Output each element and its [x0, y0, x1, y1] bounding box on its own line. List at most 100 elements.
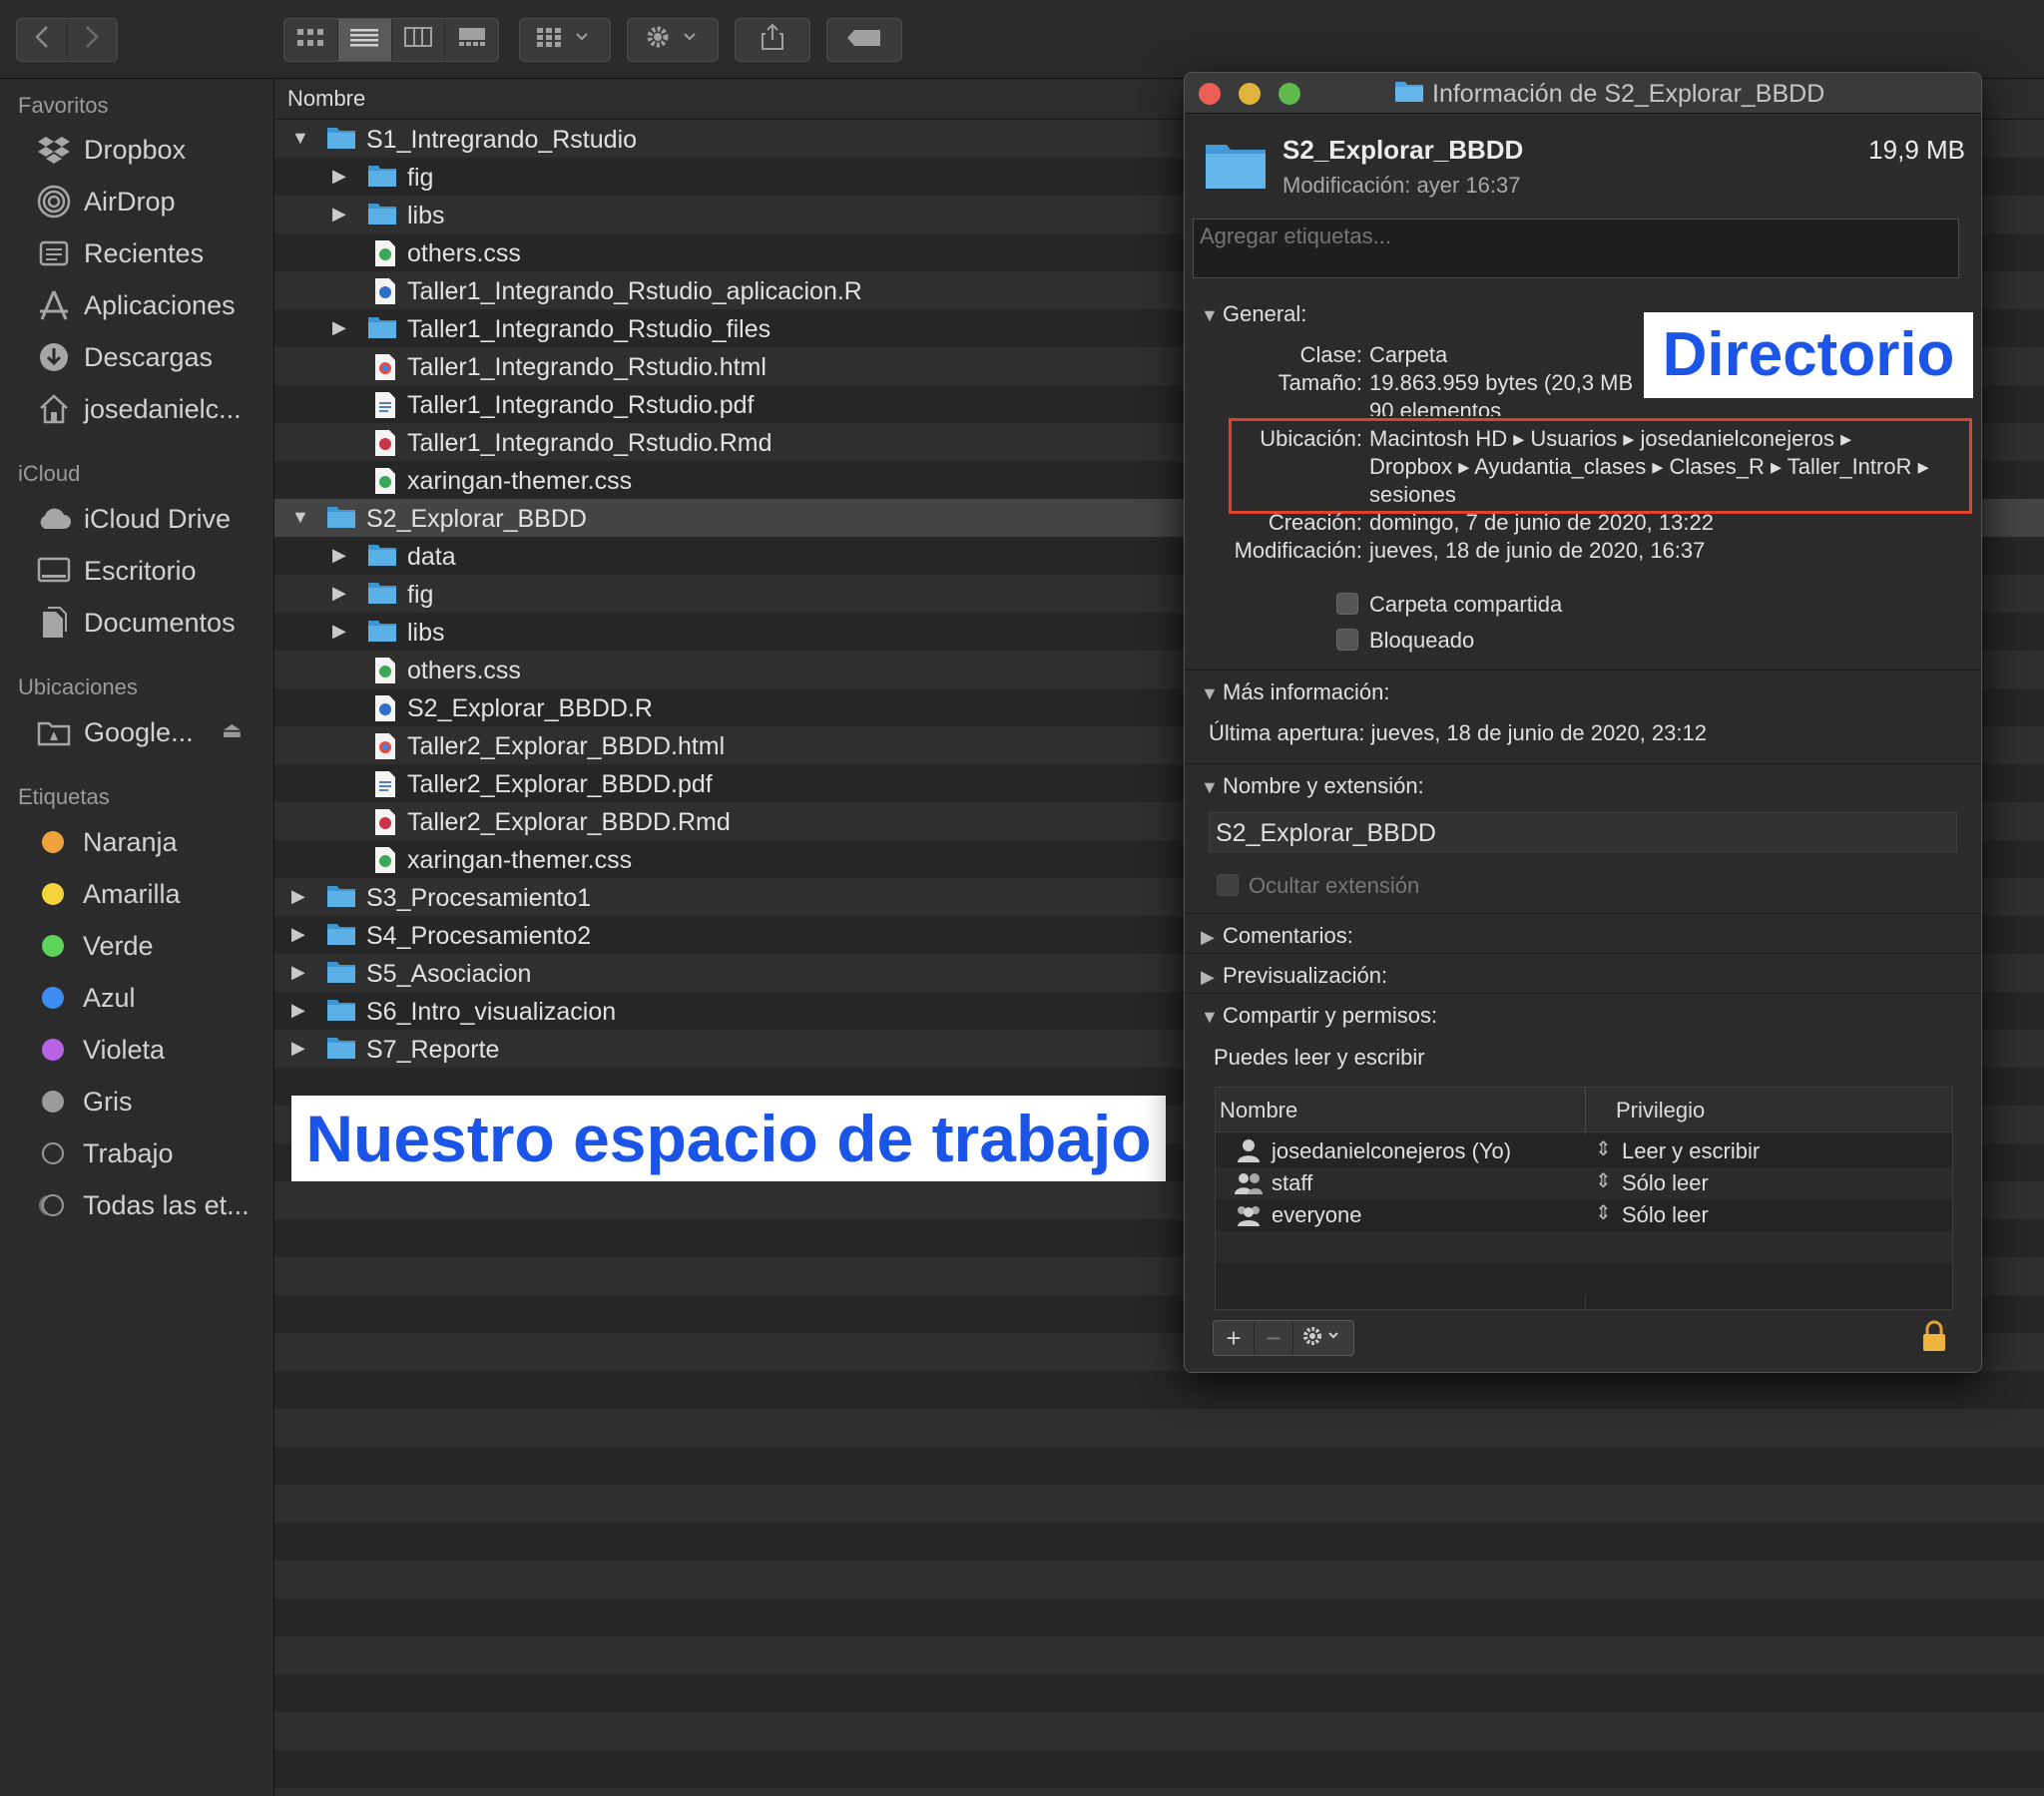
section-title: Más información:: [1223, 679, 1390, 704]
home-icon: [34, 389, 74, 429]
permission-row[interactable]: everyone ⇕ Sólo leer: [1216, 1199, 1952, 1231]
tags-input[interactable]: [1193, 219, 1959, 278]
blue-tag-icon: [42, 987, 64, 1009]
add-permission-button[interactable]: +: [1214, 1321, 1255, 1355]
disclosure-closed-icon[interactable]: ▶: [332, 317, 350, 339]
creacion-value: domingo, 7 de junio de 2020, 13:22: [1369, 510, 1714, 535]
file-name: Taller2_Explorar_BBDD.Rmd: [407, 808, 731, 836]
permission-row[interactable]: josedanielconejeros (Yo) ⇕ Leer y escrib…: [1216, 1135, 1952, 1167]
sidebar-item-descargas[interactable]: Descargas: [34, 337, 213, 377]
ocultar-extension-checkbox[interactable]: [1217, 874, 1239, 896]
sidebar-tag-gris[interactable]: Gris: [34, 1082, 133, 1122]
disclosure-closed-icon[interactable]: ▶: [291, 1038, 309, 1060]
disclosure-closed-icon[interactable]: ▶: [332, 621, 350, 643]
file-name: data: [407, 543, 456, 571]
sidebar-item-aplicaciones[interactable]: Aplicaciones: [34, 285, 236, 325]
sidebar-tag-violeta[interactable]: Violeta: [34, 1030, 165, 1070]
sidebar-item-dropbox[interactable]: Dropbox: [34, 130, 186, 170]
remove-permission-button[interactable]: −: [1255, 1321, 1293, 1355]
disclosure-closed-icon[interactable]: ▶: [291, 1000, 309, 1022]
disclosure-closed-icon[interactable]: ▶: [291, 962, 309, 984]
sidebar-item-label: iCloud Drive: [84, 503, 232, 534]
empty-row: [274, 1750, 2044, 1788]
gallery-view-button[interactable]: [445, 19, 498, 61]
sidebar-tag-amarilla[interactable]: Amarilla: [34, 874, 181, 914]
file-name: libs: [407, 619, 445, 647]
sidebar-item-recientes[interactable]: Recientes: [34, 233, 204, 273]
carpeta-compartida-checkbox[interactable]: [1336, 593, 1358, 615]
eject-icon[interactable]: ⏏: [222, 717, 243, 743]
ubicacion-line-1: Macintosh HD ▸ Usuarios ▸ josedanielcone…: [1369, 426, 1852, 451]
tag-button[interactable]: [826, 18, 902, 62]
applications-icon: [34, 285, 74, 325]
column-view-button[interactable]: [392, 19, 446, 61]
section-permisos-toggle[interactable]: ▼ Compartir y permisos:: [1201, 1003, 1437, 1029]
gallery-icon: [458, 27, 486, 53]
sidebar-tag-verde[interactable]: Verde: [34, 926, 154, 966]
file-name: xaringan-themer.css: [407, 846, 633, 874]
zoom-button[interactable]: [1278, 83, 1300, 105]
sidebar-tag-trabajo[interactable]: Trabajo: [34, 1133, 174, 1173]
name-field[interactable]: S2_Explorar_BBDD: [1209, 812, 1957, 852]
sidebar-item-airdrop[interactable]: AirDrop: [34, 182, 176, 222]
section-previsualizacion-toggle[interactable]: ▶ Previsualización:: [1201, 963, 1387, 989]
sidebar-tag-naranja[interactable]: Naranja: [34, 822, 178, 862]
disclosure-open-icon[interactable]: ▼: [291, 507, 309, 529]
bloqueado-checkbox[interactable]: [1336, 629, 1358, 651]
empty-row: [274, 1788, 2044, 1796]
disclosure-closed-icon[interactable]: ▶: [332, 583, 350, 605]
html-file-icon: [374, 732, 396, 765]
folder-icon: [326, 505, 356, 534]
group-button[interactable]: [519, 18, 611, 62]
permission-row[interactable]: staff ⇕ Sólo leer: [1216, 1167, 1952, 1199]
disclosure-closed-icon[interactable]: ▶: [291, 924, 309, 946]
large-folder-icon: [1205, 141, 1267, 196]
list-view-button[interactable]: [337, 19, 392, 61]
disclosure-closed-icon[interactable]: ▶: [291, 886, 309, 908]
lock-icon[interactable]: [1921, 1320, 1947, 1357]
permission-privilege[interactable]: Sólo leer: [1622, 1170, 1709, 1196]
section-comentarios-toggle[interactable]: ▶ Comentarios:: [1201, 923, 1353, 949]
column-privilegio[interactable]: Privilegio: [1616, 1098, 1705, 1123]
sidebar-item-home[interactable]: josedanielc...: [34, 389, 242, 429]
icon-view-button[interactable]: [284, 19, 338, 61]
gear-icon: [645, 24, 701, 56]
sidebar-tag-azul[interactable]: Azul: [34, 978, 136, 1018]
gray-tag-icon: [42, 1091, 64, 1113]
file-name: Taller1_Integrando_Rstudio.html: [407, 353, 766, 381]
section-mas-info-toggle[interactable]: ▼ Más información:: [1201, 679, 1390, 705]
minimize-button[interactable]: [1239, 83, 1261, 105]
sidebar-item-icloud-drive[interactable]: iCloud Drive: [34, 499, 231, 539]
back-button[interactable]: [17, 19, 68, 61]
sidebar-item-label: Google...: [84, 716, 194, 747]
action-button[interactable]: [627, 18, 719, 62]
sidebar-item-label: Gris: [83, 1086, 133, 1117]
disclosure-closed-icon[interactable]: ▶: [332, 166, 350, 188]
sidebar-item-google-drive[interactable]: Google...: [34, 712, 194, 752]
section-nombre-ext-toggle[interactable]: ▼ Nombre y extensión:: [1201, 773, 1424, 799]
close-button[interactable]: [1199, 83, 1221, 105]
stepper-icon: ⇕: [1595, 1138, 1612, 1160]
folder-icon: [367, 581, 397, 610]
permissions-table: Nombre Privilegio josedanielconejeros (Y…: [1215, 1087, 1953, 1310]
sidebar-item-escritorio[interactable]: Escritorio: [34, 551, 197, 591]
section-general-toggle[interactable]: ▼ General:: [1201, 301, 1306, 327]
css-file-icon: [374, 239, 396, 272]
disclosure-closed-icon[interactable]: ▶: [332, 204, 350, 225]
sidebar-tag-todas[interactable]: Todas las et...: [34, 1185, 250, 1225]
permission-privilege[interactable]: Sólo leer: [1622, 1202, 1709, 1228]
sidebar-item-documentos[interactable]: Documentos: [34, 603, 236, 643]
sidebar-item-label: Trabajo: [83, 1137, 174, 1168]
forward-button[interactable]: [68, 19, 118, 61]
disclosure-closed-icon[interactable]: ▶: [332, 545, 350, 567]
file-name: Taller1_Integrando_Rstudio_aplicacion.R: [407, 277, 862, 305]
file-name: fig: [407, 164, 434, 192]
drive-icon: [34, 712, 74, 752]
column-nombre[interactable]: Nombre: [1220, 1098, 1297, 1123]
disclosure-closed-icon: ▶: [1201, 927, 1215, 947]
permissions-action-button[interactable]: [1293, 1321, 1353, 1355]
permission-privilege[interactable]: Leer y escribir: [1622, 1138, 1760, 1164]
share-button[interactable]: [735, 18, 810, 62]
disclosure-open-icon[interactable]: ▼: [291, 128, 309, 150]
nav-buttons: [16, 18, 118, 62]
